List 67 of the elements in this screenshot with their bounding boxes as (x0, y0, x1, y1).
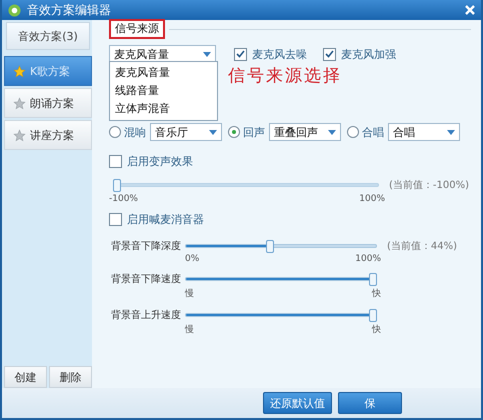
slider-max-label: 100% (359, 194, 385, 204)
slider-label: 背景音上升速度 (110, 308, 181, 322)
window-title: 音效方案编辑器 (27, 2, 112, 18)
slider[interactable] (185, 272, 377, 286)
dropdown-option[interactable]: 线路音量 (110, 82, 217, 100)
sidebar-button[interactable]: 创建 (4, 366, 47, 388)
slider-max-label: 快 (372, 288, 381, 300)
slider-min-label: 慢 (185, 324, 194, 336)
radio-button[interactable] (228, 126, 240, 138)
checkbox-label: 启用喊麦消音器 (127, 212, 204, 227)
slider-max-label: 100% (355, 254, 381, 264)
radio-button[interactable] (109, 126, 121, 138)
checkbox[interactable]: 启用变声效果 (109, 154, 481, 169)
checkbox-box[interactable] (109, 155, 122, 168)
footer-button[interactable]: 还原默认值 (263, 392, 332, 414)
slider[interactable] (185, 240, 377, 252)
checkbox-label: 麦克风去噪 (252, 46, 307, 62)
slider-thumb[interactable] (113, 178, 121, 192)
star-icon (13, 128, 26, 142)
section-title: 信号来源 (109, 19, 165, 39)
sidebar-header[interactable]: 音效方案(3) (6, 22, 90, 50)
checkbox-box[interactable] (323, 48, 336, 60)
effect-dropdown[interactable]: 音乐厅 (150, 123, 222, 141)
checkbox-box[interactable] (109, 213, 122, 226)
slider-thumb[interactable] (266, 240, 274, 252)
close-icon[interactable] (465, 5, 475, 15)
dropdown-option[interactable]: 麦克风音量 (110, 64, 217, 82)
slider-label: 背景音下降深度 (110, 240, 181, 253)
effect-dropdown[interactable]: 合唱 (388, 123, 460, 141)
slider-min-label: -100% (109, 194, 138, 204)
slider-min-label: 慢 (185, 288, 194, 300)
checkbox[interactable]: 启用喊麦消音器 (109, 212, 481, 227)
current-value: (当前值：-100%) (389, 178, 469, 192)
slider[interactable] (113, 178, 379, 192)
footer-button[interactable]: 保 (338, 392, 402, 414)
checkbox[interactable]: 麦克风去噪 (234, 46, 307, 62)
radio-label: 回声 (243, 124, 265, 140)
preset-label: 讲座方案 (30, 128, 74, 142)
preset-item[interactable]: 朗诵方案 (4, 88, 92, 118)
slider-max-label: 快 (372, 324, 381, 336)
preset-item[interactable]: 讲座方案 (4, 120, 92, 150)
checkbox-label: 启用变声效果 (127, 154, 193, 169)
slider-label: 背景音下降速度 (110, 272, 181, 286)
radio-label: 混响 (124, 124, 146, 140)
slider-thumb[interactable] (369, 308, 377, 322)
slider[interactable] (185, 308, 377, 322)
radio-button[interactable] (347, 126, 359, 138)
radio-label: 合唱 (362, 124, 384, 140)
sidebar-button[interactable]: 删除 (49, 366, 92, 388)
annotation-text: 信号来源选择 (228, 65, 343, 86)
star-icon (13, 96, 26, 110)
app-icon (8, 4, 21, 16)
caret-icon (328, 130, 336, 134)
slider-min-label: 0% (185, 254, 200, 264)
checkbox-box[interactable] (234, 48, 247, 60)
preset-label: K歌方案 (30, 64, 70, 78)
checkbox-label: 麦克风加强 (341, 46, 396, 62)
caret-icon (203, 52, 211, 56)
slider-thumb[interactable] (369, 272, 377, 286)
current-value: (当前值：44%) (387, 240, 458, 253)
dropdown-option[interactable]: 立体声混音 (110, 100, 217, 118)
preset-label: 朗诵方案 (30, 96, 74, 110)
caret-icon (447, 130, 455, 134)
caret-icon (209, 130, 217, 134)
star-icon (13, 64, 26, 78)
checkbox[interactable]: 麦克风加强 (323, 46, 396, 62)
effect-dropdown[interactable]: 重叠回声 (269, 123, 341, 141)
